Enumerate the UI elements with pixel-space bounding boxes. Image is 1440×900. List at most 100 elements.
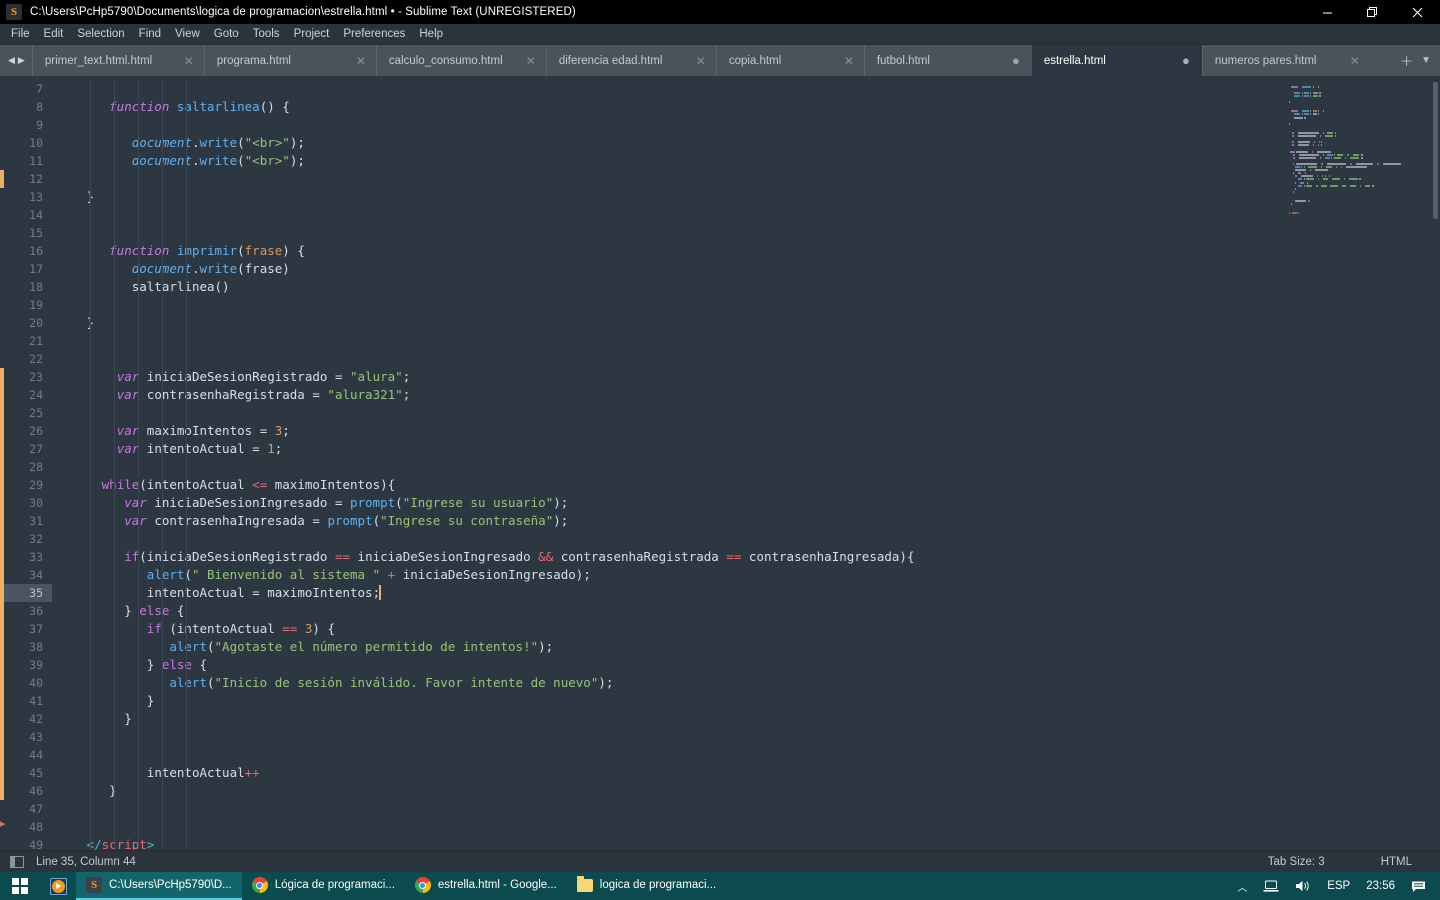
code-line[interactable]: document.write(frase): [52, 260, 1280, 278]
code-line[interactable]: }: [52, 782, 1280, 800]
menu-item-project[interactable]: Project: [287, 25, 337, 44]
code-line[interactable]: if(iniciaDeSesionRegistrado == iniciaDeS…: [52, 548, 1280, 566]
tab-list-dropdown-icon[interactable]: ▼: [1421, 55, 1431, 66]
minimap-viewport-scrollbar[interactable]: [1433, 82, 1438, 220]
new-tab-icon[interactable]: ＋: [1400, 51, 1413, 70]
taskbar-item[interactable]: estrella.html - Google...: [405, 872, 567, 900]
code-line[interactable]: [52, 530, 1280, 548]
code-line[interactable]: [52, 80, 1280, 98]
tab-scroll-controls[interactable]: ◀ ▶: [0, 45, 32, 76]
code-line[interactable]: var iniciaDeSesionRegistrado = "alura";: [52, 368, 1280, 386]
code-line[interactable]: document.write("<br>");: [52, 152, 1280, 170]
tab-close-icon[interactable]: ✕: [166, 55, 194, 67]
code-line[interactable]: [52, 728, 1280, 746]
menu-item-help[interactable]: Help: [412, 25, 450, 44]
code-line[interactable]: } else {: [52, 602, 1280, 620]
menu-item-selection[interactable]: Selection: [70, 25, 131, 44]
menu-item-goto[interactable]: Goto: [207, 25, 246, 44]
minimize-button[interactable]: [1305, 0, 1350, 24]
maximize-restore-button[interactable]: [1350, 0, 1395, 24]
media-player-taskbar-icon[interactable]: [40, 872, 76, 900]
menu-item-edit[interactable]: Edit: [37, 25, 71, 44]
network-icon[interactable]: [1255, 872, 1287, 900]
menu-item-view[interactable]: View: [168, 25, 207, 44]
minimap-token: [1363, 185, 1364, 187]
tab-size-button[interactable]: Tab Size: 3: [1240, 856, 1353, 868]
indent-guide: [90, 80, 91, 850]
code-line[interactable]: document.write("<br>");: [52, 134, 1280, 152]
code-line[interactable]: var iniciaDeSesionIngresado = prompt("In…: [52, 494, 1280, 512]
code-line[interactable]: var maximoIntentos = 3;: [52, 422, 1280, 440]
code-line[interactable]: } else {: [52, 656, 1280, 674]
taskbar-item[interactable]: logica de programaci...: [567, 872, 726, 900]
code-line[interactable]: var contrasenhaIngresada = prompt("Ingre…: [52, 512, 1280, 530]
code-line[interactable]: intentoActual = maximoIntentos;: [52, 584, 1280, 602]
code-line[interactable]: }: [52, 314, 1280, 332]
tab-close-icon[interactable]: ✕: [678, 55, 706, 67]
tab-primer-text-html-html[interactable]: primer_text.html.html ✕: [31, 45, 204, 76]
menu-item-file[interactable]: File: [4, 25, 37, 44]
close-button[interactable]: [1395, 0, 1440, 24]
tab-diferencia-edad-html[interactable]: diferencia edad.html ✕: [545, 45, 716, 76]
tab-estrella-html[interactable]: estrella.html ●: [1031, 45, 1202, 76]
tab-programa-html[interactable]: programa.html ✕: [203, 45, 376, 76]
code-line[interactable]: function imprimir(frase) {: [52, 242, 1280, 260]
code-line[interactable]: }: [52, 188, 1280, 206]
code-line[interactable]: [52, 170, 1280, 188]
code-line[interactable]: [52, 404, 1280, 422]
code-line[interactable]: [52, 224, 1280, 242]
code-line[interactable]: [52, 746, 1280, 764]
volume-icon[interactable]: [1287, 872, 1319, 900]
menu-item-preferences[interactable]: Preferences: [336, 25, 412, 44]
menu-item-find[interactable]: Find: [132, 25, 168, 44]
taskbar-item[interactable]: Lógica de programaci...: [242, 872, 405, 900]
code-fold-arrow-icon[interactable]: ▸: [0, 819, 10, 830]
code-line[interactable]: alert(" Bienvenido al sistema " + inicia…: [52, 566, 1280, 584]
code-line[interactable]: var contrasenhaRegistrada = "alura321";: [52, 386, 1280, 404]
code-line[interactable]: }: [52, 692, 1280, 710]
menu-item-tools[interactable]: Tools: [246, 25, 287, 44]
code-line[interactable]: [52, 458, 1280, 476]
code-line[interactable]: [52, 350, 1280, 368]
code-line[interactable]: var intentoActual = 1;: [52, 440, 1280, 458]
code-line[interactable]: [52, 800, 1280, 818]
code-line[interactable]: alert("Inicio de sesión inválido. Favor …: [52, 674, 1280, 692]
code-line[interactable]: if (intentoActual == 3) {: [52, 620, 1280, 638]
code-line[interactable]: </script>: [52, 836, 1280, 850]
language-indicator[interactable]: ESP: [1319, 872, 1358, 900]
minimap-token: [1295, 172, 1296, 174]
code-line[interactable]: intentoActual++: [52, 764, 1280, 782]
start-button[interactable]: [0, 872, 40, 900]
tab-next-icon[interactable]: ▶: [18, 56, 25, 65]
taskbar-item[interactable]: S C:\Users\PcHp5790\D...: [76, 872, 242, 900]
tab-calculo-consumo-html[interactable]: calculo_consumo.html ✕: [375, 45, 546, 76]
code-line[interactable]: [52, 206, 1280, 224]
tab-close-icon[interactable]: ✕: [826, 55, 854, 67]
code-line[interactable]: saltarlinea(): [52, 278, 1280, 296]
code-line[interactable]: }: [52, 710, 1280, 728]
tab-futbol-html[interactable]: futbol.html ●: [863, 45, 1032, 76]
syntax-mode-button[interactable]: HTML: [1353, 856, 1440, 868]
tab-unsaved-dot-icon[interactable]: ●: [994, 54, 1020, 67]
code-line[interactable]: [52, 296, 1280, 314]
tab-close-icon[interactable]: ✕: [1332, 55, 1360, 67]
code-line[interactable]: alert("Agotaste el número permitido de i…: [52, 638, 1280, 656]
code-content[interactable]: function saltarlinea() { document.write(…: [52, 76, 1280, 850]
code-line[interactable]: while(intentoActual <= maximoIntentos){: [52, 476, 1280, 494]
tab-copia-html[interactable]: copia.html ✕: [715, 45, 864, 76]
clock[interactable]: 23:56: [1358, 872, 1403, 900]
tab-unsaved-dot-icon[interactable]: ●: [1164, 54, 1190, 67]
tab-prev-icon[interactable]: ◀: [8, 56, 15, 65]
tray-expand-chevron-icon[interactable]: ︿: [1229, 872, 1255, 900]
minimap[interactable]: [1280, 76, 1440, 850]
tab-close-icon[interactable]: ✕: [338, 55, 366, 67]
code-line[interactable]: function saltarlinea() {: [52, 98, 1280, 116]
code-line[interactable]: [52, 332, 1280, 350]
notification-center-icon[interactable]: [1403, 872, 1434, 900]
code-line[interactable]: [52, 818, 1280, 836]
toggle-sidebar-icon[interactable]: [10, 855, 24, 868]
code-token: ;: [274, 441, 283, 456]
tab-numeros-pares-html[interactable]: numeros pares.html ✕: [1201, 45, 1370, 76]
tab-close-icon[interactable]: ✕: [508, 55, 536, 67]
code-line[interactable]: [52, 116, 1280, 134]
